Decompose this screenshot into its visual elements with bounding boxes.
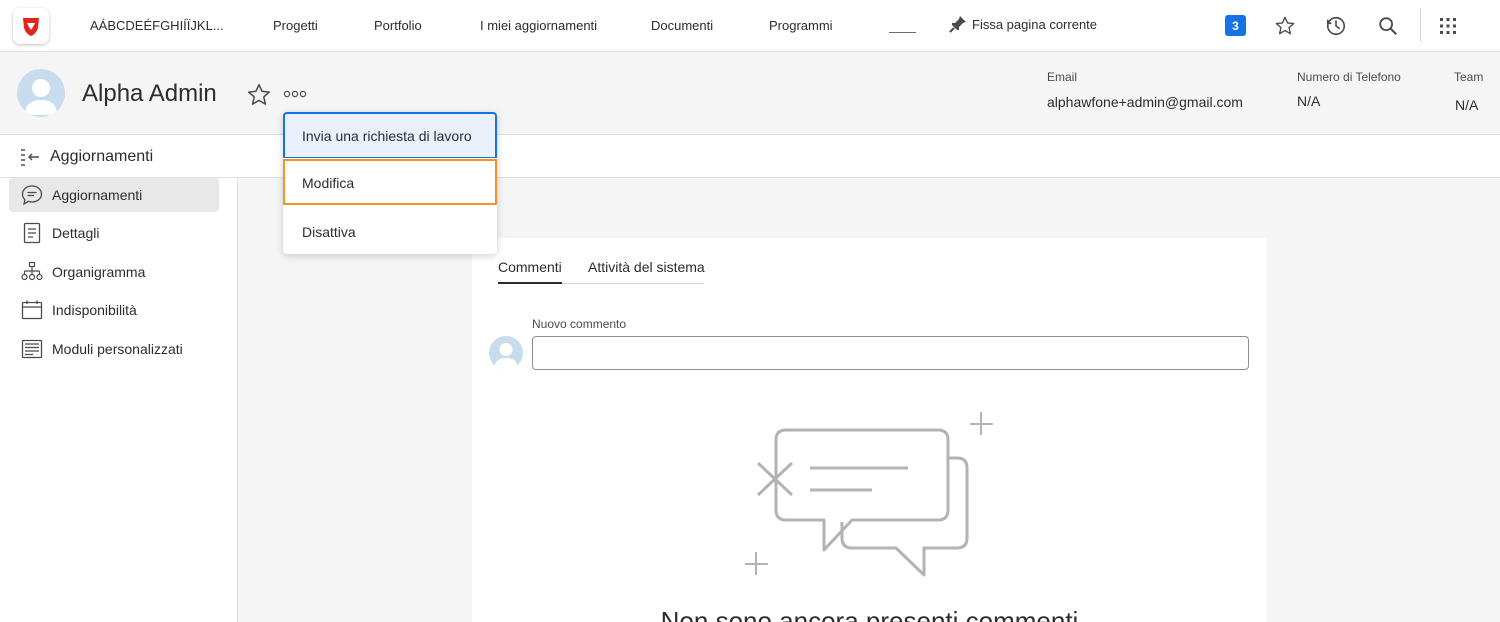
new-comment-input[interactable] [532,336,1249,370]
collapse-sidebar-icon[interactable] [19,147,43,167]
app-logo[interactable] [13,8,49,44]
menu-item-deactivate[interactable]: Disattiva [283,208,497,254]
menu-item-label: Modifica [302,175,355,191]
tab-attivita-sistema[interactable]: Attività del sistema [588,259,705,283]
new-comment-label: Nuovo commento [532,317,627,331]
menu-item-label: Invia una richiesta di lavoro [302,128,472,144]
updates-card: Commenti Attività del sistema Nuovo comm… [472,238,1267,622]
sidebar-item-label: Aggiornamenti [52,187,143,203]
user-header: Alpha Admin Email alphawfone+admin@gmail… [0,52,1500,135]
sidebar-item-label: Indisponibilità [52,302,137,318]
team-value: N/A [1455,97,1479,113]
menu-item-edit[interactable]: Modifica [283,159,497,205]
sidebar-item-label: Organigramma [52,264,146,280]
sidebar-item-label: Dettagli [52,225,100,241]
phone-value: N/A [1297,93,1321,109]
user-avatar[interactable] [17,69,65,117]
more-options-icon[interactable] [283,87,309,99]
favorites-star-icon[interactable] [1273,14,1297,38]
sidebar: Aggiornamenti Dettagli Organigramma Indi… [0,178,238,622]
nav-placeholder-divider [889,32,916,33]
comment-icon [21,185,43,206]
topbar-divider [1420,8,1421,42]
menu-item-label: Disattiva [302,224,356,240]
favorite-star-icon[interactable] [246,82,272,108]
nav-portfolio[interactable]: Portfolio [374,18,422,33]
forms-icon [21,339,43,359]
pin-label: Fissa pagina corrente [972,16,1098,32]
calendar-icon [21,300,43,320]
sidebar-item-indisponibilita[interactable]: Indisponibilità [9,293,219,327]
brand-logo-icon [23,18,39,36]
email-label: Email [1047,70,1078,84]
pin-current-page-button[interactable]: Fissa pagina corrente [948,14,1097,34]
nav-progetti[interactable]: Progetti [273,18,318,33]
team-label: Team [1454,70,1484,84]
document-icon [23,222,41,244]
empty-comments-message: Non sono ancora presenti commenti [660,606,1079,622]
user-name: Alpha Admin [82,80,217,107]
sidebar-item-label: Moduli personalizzati [52,341,183,357]
history-icon[interactable] [1324,14,1348,38]
notification-badge[interactable]: 3 [1225,15,1246,36]
commenter-avatar [489,336,523,370]
apps-grid-icon[interactable] [1436,14,1460,38]
menu-item-send-work-request[interactable]: Invia una richiesta di lavoro [283,112,497,158]
sidebar-item-aggiornamenti[interactable]: Aggiornamenti [9,178,219,212]
empty-comments-illustration [745,412,993,577]
search-icon[interactable] [1376,14,1400,38]
section-header-bar: Aggiornamenti [0,135,1500,178]
pin-icon [949,16,966,33]
active-tab-indicator [498,282,562,284]
phone-label: Numero di Telefono [1297,70,1401,84]
sidebar-item-moduli-personalizzati[interactable]: Moduli personalizzati [9,332,219,366]
org-chart-icon [21,261,43,281]
email-value: alphawfone+admin@gmail.com [1047,94,1243,110]
tab-commenti[interactable]: Commenti [498,259,562,283]
more-options-menu: Invia una richiesta di lavoro Modifica D… [283,112,497,254]
app-name-link[interactable]: AÁBCDEÉFGHIÍÏJKL... [90,18,224,33]
sidebar-item-dettagli[interactable]: Dettagli [9,216,219,250]
nav-documenti[interactable]: Documenti [651,18,713,33]
nav-my-updates[interactable]: I miei aggiornamenti [480,18,597,33]
sidebar-item-organigramma[interactable]: Organigramma [9,255,219,289]
section-title: Aggiornamenti [50,148,154,165]
nav-programmi[interactable]: Programmi [769,18,833,33]
top-navigation-bar: AÁBCDEÉFGHIÍÏJKL... Progetti Portfolio I… [0,0,1500,52]
